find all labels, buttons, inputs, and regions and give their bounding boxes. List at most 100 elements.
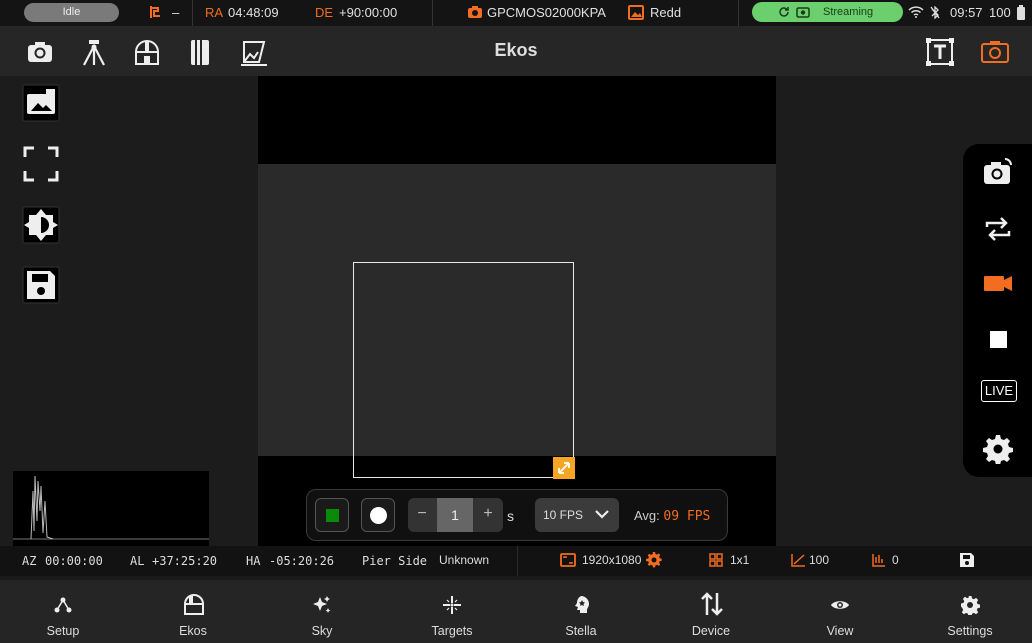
nav-label: Targets [431,624,473,638]
offset-icon [872,553,886,570]
ra-value: 04:48:09 [228,5,279,20]
nav-stella[interactable]: Stella [531,580,631,643]
exposure-stepper: − 1 + [408,498,503,532]
offset-value[interactable]: 0 [892,553,899,567]
brightness-icon[interactable] [22,206,60,244]
nav-settings[interactable]: Settings [920,580,1020,643]
binning-icon [709,553,723,570]
swap-vertical-icon [701,592,723,616]
nav-label: Setup [46,624,80,638]
nav-device[interactable]: Device [661,580,761,643]
divider [738,0,739,26]
battery-level: 100 [989,5,1011,20]
gain-icon [791,553,806,570]
nav-sky[interactable]: Sky [272,580,372,643]
nav-label: Settings [947,624,993,638]
camera-name[interactable]: GPCMOS02000KPA [487,5,606,20]
capture-actions: LIVE [963,144,1032,477]
ha-label: HA [246,554,261,568]
al-label: AL [130,554,145,568]
nav-view[interactable]: View [790,580,890,643]
nav-label: Stella [565,624,597,638]
gear-icon[interactable] [646,552,662,571]
exposure-value[interactable]: 1 [437,498,473,532]
al-value: +37:25:20 [152,554,218,568]
top-toolbar: Ekos [0,26,1032,76]
divider [432,0,433,26]
bluetooth-off-icon [930,5,940,22]
stop-icon[interactable] [983,324,1013,354]
save-icon[interactable] [959,552,975,571]
de-label: DE [315,5,334,20]
gear-icon[interactable] [983,434,1013,465]
streaming-status-pill[interactable]: Streaming [752,2,903,22]
status-bar: Idle – RA 04:48:09 DE +90:00:00 GPCMOS02… [0,0,1032,26]
ha-value: -05:20:26 [269,554,335,568]
exposure-minus-button[interactable]: − [408,498,436,532]
mount-icon [149,5,163,22]
resolution-value[interactable]: 1920x1080 [582,553,641,567]
image-icon [628,5,644,23]
idle-status-pill[interactable]: Idle [24,3,119,22]
record-button[interactable] [361,498,395,532]
camera-icon [796,2,810,25]
nav-label: Sky [311,624,333,638]
fps-selected: 10 FPS [543,508,584,522]
binning-value[interactable]: 1x1 [730,553,749,567]
clock: 09:57 [950,5,983,20]
page-title: Ekos [494,40,538,60]
mount-status-value: – [172,5,180,20]
roi-box[interactable] [353,262,575,479]
avg-label: Avg: [634,508,660,523]
az-label: AZ [22,554,37,568]
stream-controls: − 1 + s 10 FPS Avg: 09 FPS [306,489,728,541]
nav-ekos[interactable]: Ekos [143,580,243,643]
gear-icon [961,596,980,615]
resolution-icon [560,553,576,570]
az-value: 00:00:00 [45,554,103,568]
nav-label: Device [691,624,731,638]
pier-value: Unknown [439,553,490,567]
nav-label: View [826,624,854,638]
image-name[interactable]: Redd [650,5,681,20]
chevron-down-icon [595,498,609,532]
nav-setup[interactable]: Setup [13,580,113,643]
record-icon [370,507,387,524]
resize-icon[interactable] [553,457,575,479]
gain-value[interactable]: 100 [809,553,829,567]
battery-icon [1016,5,1026,23]
live-label: LIVE [981,380,1017,402]
eye-icon [831,601,849,609]
refresh-icon [778,2,790,25]
fullscreen-icon[interactable] [22,145,60,183]
ra-label: RA [205,5,224,20]
camera-view-icon[interactable] [980,38,1009,66]
setup-icon [54,597,72,613]
stop-recording-button[interactable] [315,498,349,532]
stop-icon [326,509,339,522]
bottom-nav: Setup Ekos Sky Targets Stella Device Vie… [0,580,1032,643]
image-viewer[interactable] [258,76,776,546]
live-button[interactable]: LIVE [981,380,1019,410]
exposure-plus-button[interactable]: + [474,498,502,532]
info-row: AZ 00:00:00 AL +37:25:20 HA -05:20:26 Pi… [0,546,1032,576]
target-icon [443,596,461,614]
video-library-icon[interactable] [22,84,60,122]
fps-select[interactable]: 10 FPS [535,498,619,532]
capture-icon[interactable] [983,157,1013,187]
text-overlay-icon[interactable] [926,38,954,66]
avg-value: 09 FPS [663,509,711,524]
exposure-unit: s [507,508,514,524]
video-camera-icon[interactable] [983,268,1013,298]
pier-label: Pier Side [362,554,428,568]
divider [517,546,518,576]
sparkle-icon [313,596,331,613]
nav-label: Ekos [179,624,207,638]
de-value: +90:00:00 [339,5,398,20]
loop-icon[interactable] [983,214,1013,244]
observatory-icon [184,594,204,615]
nav-targets[interactable]: Targets [402,580,502,643]
save-icon[interactable] [22,266,60,304]
divider [192,0,193,26]
live-frame [258,164,776,479]
